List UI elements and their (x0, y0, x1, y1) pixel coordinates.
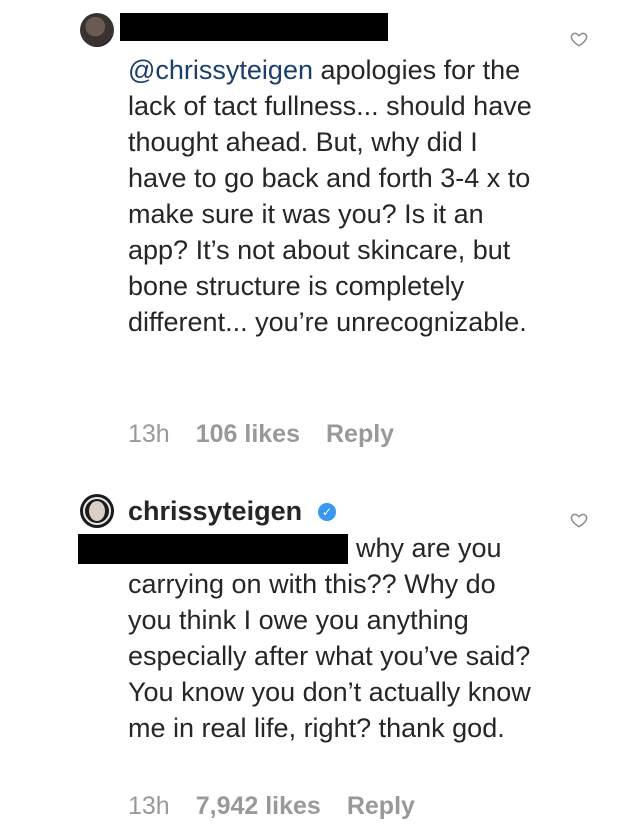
likes-count[interactable]: 7,942 likes (196, 792, 321, 821)
reply-button[interactable]: Reply (326, 420, 394, 449)
comment-time: 13h (128, 420, 170, 448)
comment-time: 13h (128, 792, 170, 820)
comment-meta: 13h 7,942 likes Reply (128, 792, 415, 821)
avatar[interactable] (80, 494, 114, 528)
heart-outline-icon[interactable] (570, 511, 588, 529)
reply-button[interactable]: Reply (347, 792, 415, 821)
comment-text: why are you carrying on with this?? Why … (128, 533, 531, 743)
mention-link[interactable]: @chrissyteigen (128, 55, 313, 85)
comment-meta: 13h 106 likes Reply (128, 420, 394, 449)
likes-count[interactable]: 106 likes (196, 420, 300, 449)
redacted-username (120, 13, 388, 41)
heart-outline-icon[interactable] (570, 30, 588, 48)
verified-badge-icon: ✓ (318, 503, 336, 521)
comment-text: @chrissyteigen apologies for the lack of… (128, 55, 532, 337)
commenter-avatar[interactable] (80, 13, 114, 47)
username[interactable]: chrissyteigen (128, 493, 302, 529)
